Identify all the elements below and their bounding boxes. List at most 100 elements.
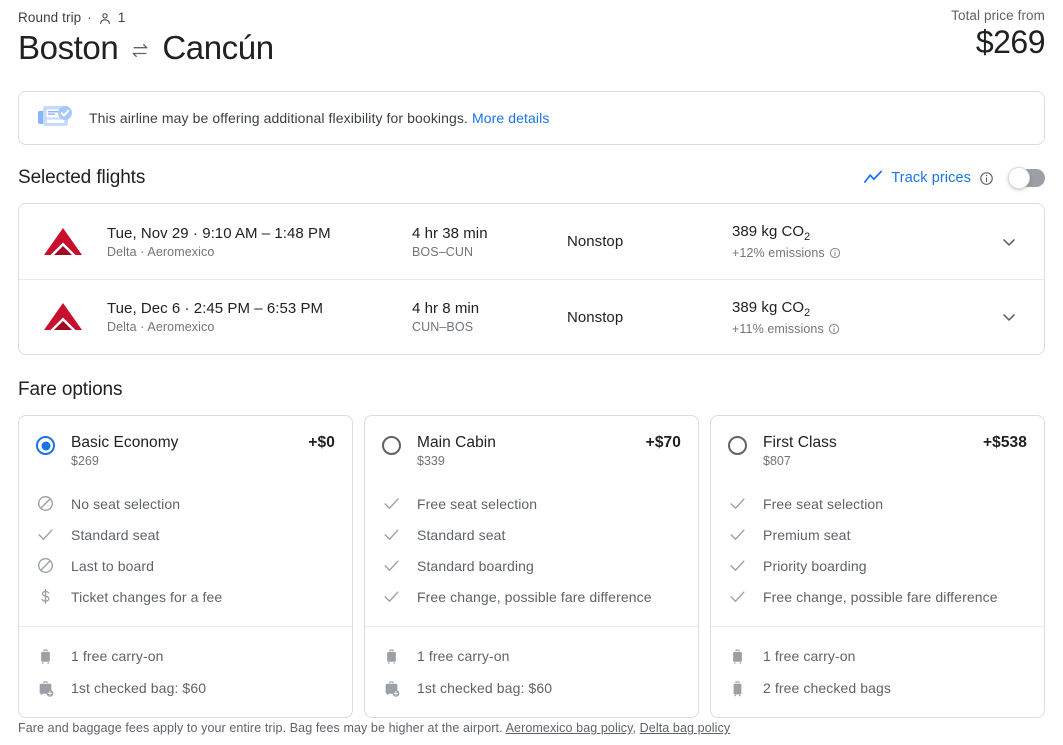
- flight-stops-col: Nonstop: [567, 309, 732, 326]
- block-icon: [36, 556, 55, 575]
- fare-bag-item: 1st checked bag: $60: [382, 672, 681, 704]
- flight-datetime: Tue, Dec 6 · 2:45 PM – 6:53 PM: [107, 300, 412, 317]
- chevron-down-icon[interactable]: [992, 300, 1026, 334]
- fare-feature-label: Last to board: [71, 557, 155, 574]
- carry-on-bag-icon: [728, 647, 747, 666]
- selected-flights-list: Tue, Nov 29 · 9:10 AM – 1:48 PM Delta · …: [18, 203, 1045, 355]
- fare-card-basic-economy[interactable]: Basic Economy $269 +$0 No seat selection: [18, 415, 353, 718]
- total-price-block: Total price from $269: [951, 8, 1045, 61]
- fare-feature-label: Free seat selection: [417, 495, 538, 512]
- fare-bag-label: 1 free carry-on: [417, 648, 510, 664]
- track-prices-control[interactable]: Track prices: [863, 167, 1045, 189]
- fare-base-price: $269: [71, 454, 99, 468]
- fare-bag-section: 1 free carry-on 2 free checked bags: [711, 626, 1044, 717]
- passenger-count: 1: [117, 10, 126, 25]
- flight-emissions-delta-row: +12% emissions: [732, 246, 992, 260]
- check-icon: [728, 525, 747, 544]
- fare-feature: No seat selection: [36, 488, 335, 519]
- flight-airports: CUN–BOS: [412, 320, 474, 334]
- fare-card-main-cabin[interactable]: Main Cabin $339 +$70 Free seat selection: [364, 415, 699, 718]
- fare-feature: Standard seat: [36, 519, 335, 550]
- aeromexico-bag-policy-link[interactable]: Aeromexico bag policy: [506, 721, 633, 735]
- flight-date: Tue, Nov 29: [107, 224, 189, 242]
- fare-options-grid: Basic Economy $269 +$0 No seat selection: [18, 415, 1045, 718]
- fare-feature-label: Priority boarding: [763, 557, 867, 574]
- checked-bag-add-icon: [382, 679, 401, 698]
- fare-bag-item: 2 free checked bags: [728, 672, 1027, 704]
- flight-duration: 4 hr 8 min: [412, 300, 480, 317]
- track-prices-label[interactable]: Track prices: [891, 170, 971, 186]
- fare-feature: Ticket changes for a fee: [36, 581, 335, 612]
- delta-bag-policy-link[interactable]: Delta bag policy: [640, 721, 731, 735]
- fare-bag-item: 1st checked bag: $60: [36, 672, 335, 704]
- info-icon[interactable]: [828, 323, 840, 335]
- fare-radio-basic-economy[interactable]: [36, 436, 55, 455]
- checked-bag-icon: [728, 679, 747, 698]
- fare-name: First Class: [763, 434, 837, 451]
- check-icon: [382, 525, 401, 544]
- delta-logo-icon: [41, 300, 85, 334]
- page-header: Round trip · 1 Boston Cancún Total price…: [0, 0, 1063, 67]
- fare-feature: Priority boarding: [728, 550, 1027, 581]
- fare-base-price: $339: [417, 454, 445, 468]
- check-icon: [728, 494, 747, 513]
- toggle-knob: [1008, 167, 1030, 189]
- fare-card-header: Basic Economy $269 +$0: [19, 416, 352, 472]
- flight-separator: ·: [192, 224, 198, 242]
- flight-schedule: Tue, Dec 6 · 2:45 PM – 6:53 PM Delta · A…: [107, 300, 412, 334]
- fare-base-price: $807: [763, 454, 791, 468]
- total-price-value: $269: [975, 24, 1046, 60]
- flight-operators: Delta · Aeromexico: [107, 244, 215, 259]
- chevron-down-icon[interactable]: [992, 225, 1026, 259]
- fare-name: Main Cabin: [417, 434, 496, 451]
- fare-feature: Free seat selection: [382, 488, 681, 519]
- flight-row[interactable]: Tue, Dec 6 · 2:45 PM – 6:53 PM Delta · A…: [19, 279, 1044, 354]
- fare-bag-label: 1 free carry-on: [71, 648, 164, 664]
- fare-disclaimer: Fare and baggage fees apply to your enti…: [18, 721, 1045, 735]
- meta-separator: ·: [87, 10, 92, 25]
- flight-stops: Nonstop: [567, 308, 624, 326]
- fare-feature: Free change, possible fare difference: [382, 581, 681, 612]
- banner-message: This airline may be offering additional …: [89, 110, 468, 126]
- track-prices-toggle[interactable]: [1008, 167, 1045, 189]
- fare-feature-list: No seat selection Standard seat Last to …: [19, 472, 352, 626]
- links-separator: ,: [632, 721, 637, 735]
- fare-bag-section: 1 free carry-on 1st checked bag: $60: [19, 626, 352, 717]
- flexible-booking-ticket-icon: [37, 103, 73, 133]
- fare-feature-label: Ticket changes for a fee: [71, 588, 223, 605]
- carry-on-bag-icon: [36, 647, 55, 666]
- flight-emissions-col: 389 kg CO2 +12% emissions: [732, 223, 992, 260]
- flight-row[interactable]: Tue, Nov 29 · 9:10 AM – 1:48 PM Delta · …: [19, 204, 1044, 279]
- check-icon: [728, 587, 747, 606]
- flight-emissions: 389 kg CO2: [732, 299, 992, 319]
- fare-radio-first-class[interactable]: [728, 436, 747, 455]
- info-icon[interactable]: [979, 171, 994, 186]
- flexibility-banner: This airline may be offering additional …: [18, 91, 1045, 145]
- fare-feature-label: Standard seat: [417, 526, 506, 543]
- flight-emissions: 389 kg CO2: [732, 223, 992, 243]
- fare-bag-section: 1 free carry-on 1st checked bag: $60: [365, 626, 698, 717]
- dollar-icon: [36, 587, 55, 606]
- more-details-link[interactable]: More details: [472, 110, 549, 126]
- fare-delta-price: +$0: [308, 434, 335, 451]
- check-icon: [382, 494, 401, 513]
- trending-up-icon: [863, 169, 883, 187]
- info-icon[interactable]: [829, 247, 841, 259]
- flight-duration-col: 4 hr 38 min BOS–CUN: [412, 225, 567, 259]
- block-icon: [36, 494, 55, 513]
- fare-feature: Standard seat: [382, 519, 681, 550]
- flight-booking-page: Round trip · 1 Boston Cancún Total price…: [0, 0, 1063, 745]
- emissions-subscript: 2: [804, 306, 811, 319]
- flexibility-banner-text: This airline may be offering additional …: [89, 110, 549, 126]
- fare-feature-label: Free change, possible fare difference: [763, 588, 998, 605]
- trip-meta: Round trip · 1: [18, 10, 1045, 25]
- emissions-value: 389 kg CO: [732, 223, 805, 240]
- checked-bag-add-icon: [36, 679, 55, 698]
- trip-type-label: Round trip: [18, 10, 82, 25]
- flight-emissions-delta: +11% emissions: [732, 321, 824, 336]
- fare-radio-main-cabin[interactable]: [382, 436, 401, 455]
- flight-operators: Delta · Aeromexico: [107, 320, 215, 334]
- delta-logo-icon: [41, 225, 85, 259]
- fare-card-first-class[interactable]: First Class $807 +$538 Free seat selecti…: [710, 415, 1045, 718]
- fare-feature-label: Free seat selection: [763, 495, 884, 512]
